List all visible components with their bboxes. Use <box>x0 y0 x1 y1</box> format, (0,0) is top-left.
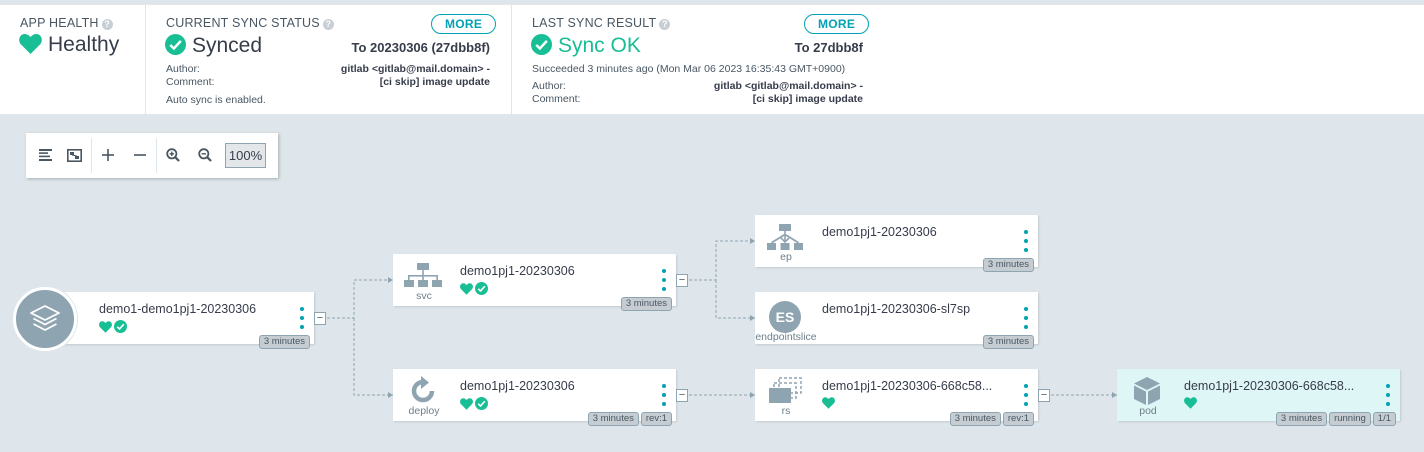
collapse-toggle[interactable]: − <box>676 389 688 402</box>
node-status <box>1184 397 1197 409</box>
ep-node[interactable]: ep demo1pj1-20230306 3 minutes <box>755 215 1038 272</box>
endpointslice-icon-label: ES <box>769 301 801 333</box>
node-tags: 3 minutes rev:1 <box>949 412 1034 426</box>
svc-node[interactable]: svc demo1pj1-20230306 3 minutes <box>393 254 676 311</box>
node-kind: deploy <box>408 405 440 417</box>
node-menu-button[interactable] <box>295 307 309 329</box>
collapse-toggle[interactable]: − <box>1038 389 1050 402</box>
node-status <box>460 282 488 295</box>
node-status <box>460 397 488 410</box>
node-menu-button[interactable] <box>1019 307 1033 329</box>
node-name: demo1pj1-20230306 <box>822 225 937 239</box>
node-tags: 3 minutes <box>258 335 310 349</box>
pod-phase-tag: running <box>1329 412 1371 426</box>
age-tag: 3 minutes <box>982 258 1034 272</box>
node-menu-button[interactable] <box>1019 384 1033 406</box>
check-circle-icon <box>475 282 488 295</box>
deployment-icon <box>403 376 443 405</box>
edge-app-deploy <box>353 318 393 396</box>
age-tag: 3 minutes <box>949 412 1001 426</box>
age-tag: 3 minutes <box>258 335 310 349</box>
age-tag: 3 minutes <box>982 335 1034 349</box>
age-tag: 3 minutes <box>1275 412 1328 426</box>
node-tags: 3 minutes <box>982 335 1034 349</box>
pod-node[interactable]: pod demo1pj1-20230306-668c58... 3 minute… <box>1117 369 1400 426</box>
check-circle-icon <box>114 320 127 333</box>
node-kind: svc <box>416 290 432 302</box>
node-kind: pod <box>1139 405 1157 417</box>
heart-icon <box>460 282 473 295</box>
node-tags: 3 minutes <box>620 297 672 311</box>
replicaset-icon <box>765 377 805 405</box>
deploy-node[interactable]: deploy demo1pj1-20230306 3 minutes rev:1 <box>393 369 676 426</box>
node-status <box>99 320 127 333</box>
heart-icon <box>99 320 112 333</box>
revision-tag: rev:1 <box>640 412 672 426</box>
node-menu-button[interactable] <box>657 384 671 406</box>
service-icon <box>403 262 443 290</box>
node-kind: rs <box>781 405 791 417</box>
edge-svc-ep <box>689 240 755 281</box>
node-name: demo1pj1-20230306-668c58... <box>1184 379 1355 393</box>
node-tags: 3 minutes rev:1 <box>587 412 672 426</box>
node-name: demo1pj1-20230306 <box>460 264 575 278</box>
endpointslice-icon: ES <box>765 300 805 333</box>
endpoints-icon <box>765 223 805 251</box>
age-tag: 3 minutes <box>587 412 639 426</box>
node-kind: endpointslice <box>755 331 817 343</box>
collapse-toggle[interactable]: − <box>676 274 688 287</box>
node-status <box>822 397 835 409</box>
heart-icon <box>460 397 473 410</box>
node-menu-button[interactable] <box>657 269 671 291</box>
heart-icon <box>1184 397 1197 409</box>
node-tags: 3 minutes running 1/1 <box>1275 412 1396 426</box>
application-icon <box>13 287 77 351</box>
node-name: demo1-demo1pj1-20230306 <box>99 302 257 316</box>
endpointslice-node[interactable]: ES endpointslice demo1pj1-20230306-sl7sp… <box>755 292 1038 349</box>
heart-icon <box>822 397 835 409</box>
node-menu-button[interactable] <box>1019 230 1033 252</box>
node-name: demo1pj1-20230306-668c58... <box>822 379 993 393</box>
node-tags: 3 minutes <box>982 258 1034 272</box>
check-circle-icon <box>475 397 488 410</box>
pod-icon <box>1127 377 1167 405</box>
age-tag: 3 minutes <box>620 297 672 311</box>
node-kind: ep <box>780 251 792 263</box>
containers-ready-tag: 1/1 <box>1372 412 1396 426</box>
node-menu-button[interactable] <box>1381 384 1395 406</box>
rs-node[interactable]: rs demo1pj1-20230306-668c58... 3 minutes… <box>755 369 1038 426</box>
collapse-toggle[interactable]: − <box>314 312 326 325</box>
node-name: demo1pj1-20230306 <box>460 379 575 393</box>
revision-tag: rev:1 <box>1002 412 1034 426</box>
node-name: demo1pj1-20230306-sl7sp <box>822 302 971 316</box>
edge-app-svc <box>327 279 393 319</box>
edge-svc-endpointslice <box>715 280 755 319</box>
